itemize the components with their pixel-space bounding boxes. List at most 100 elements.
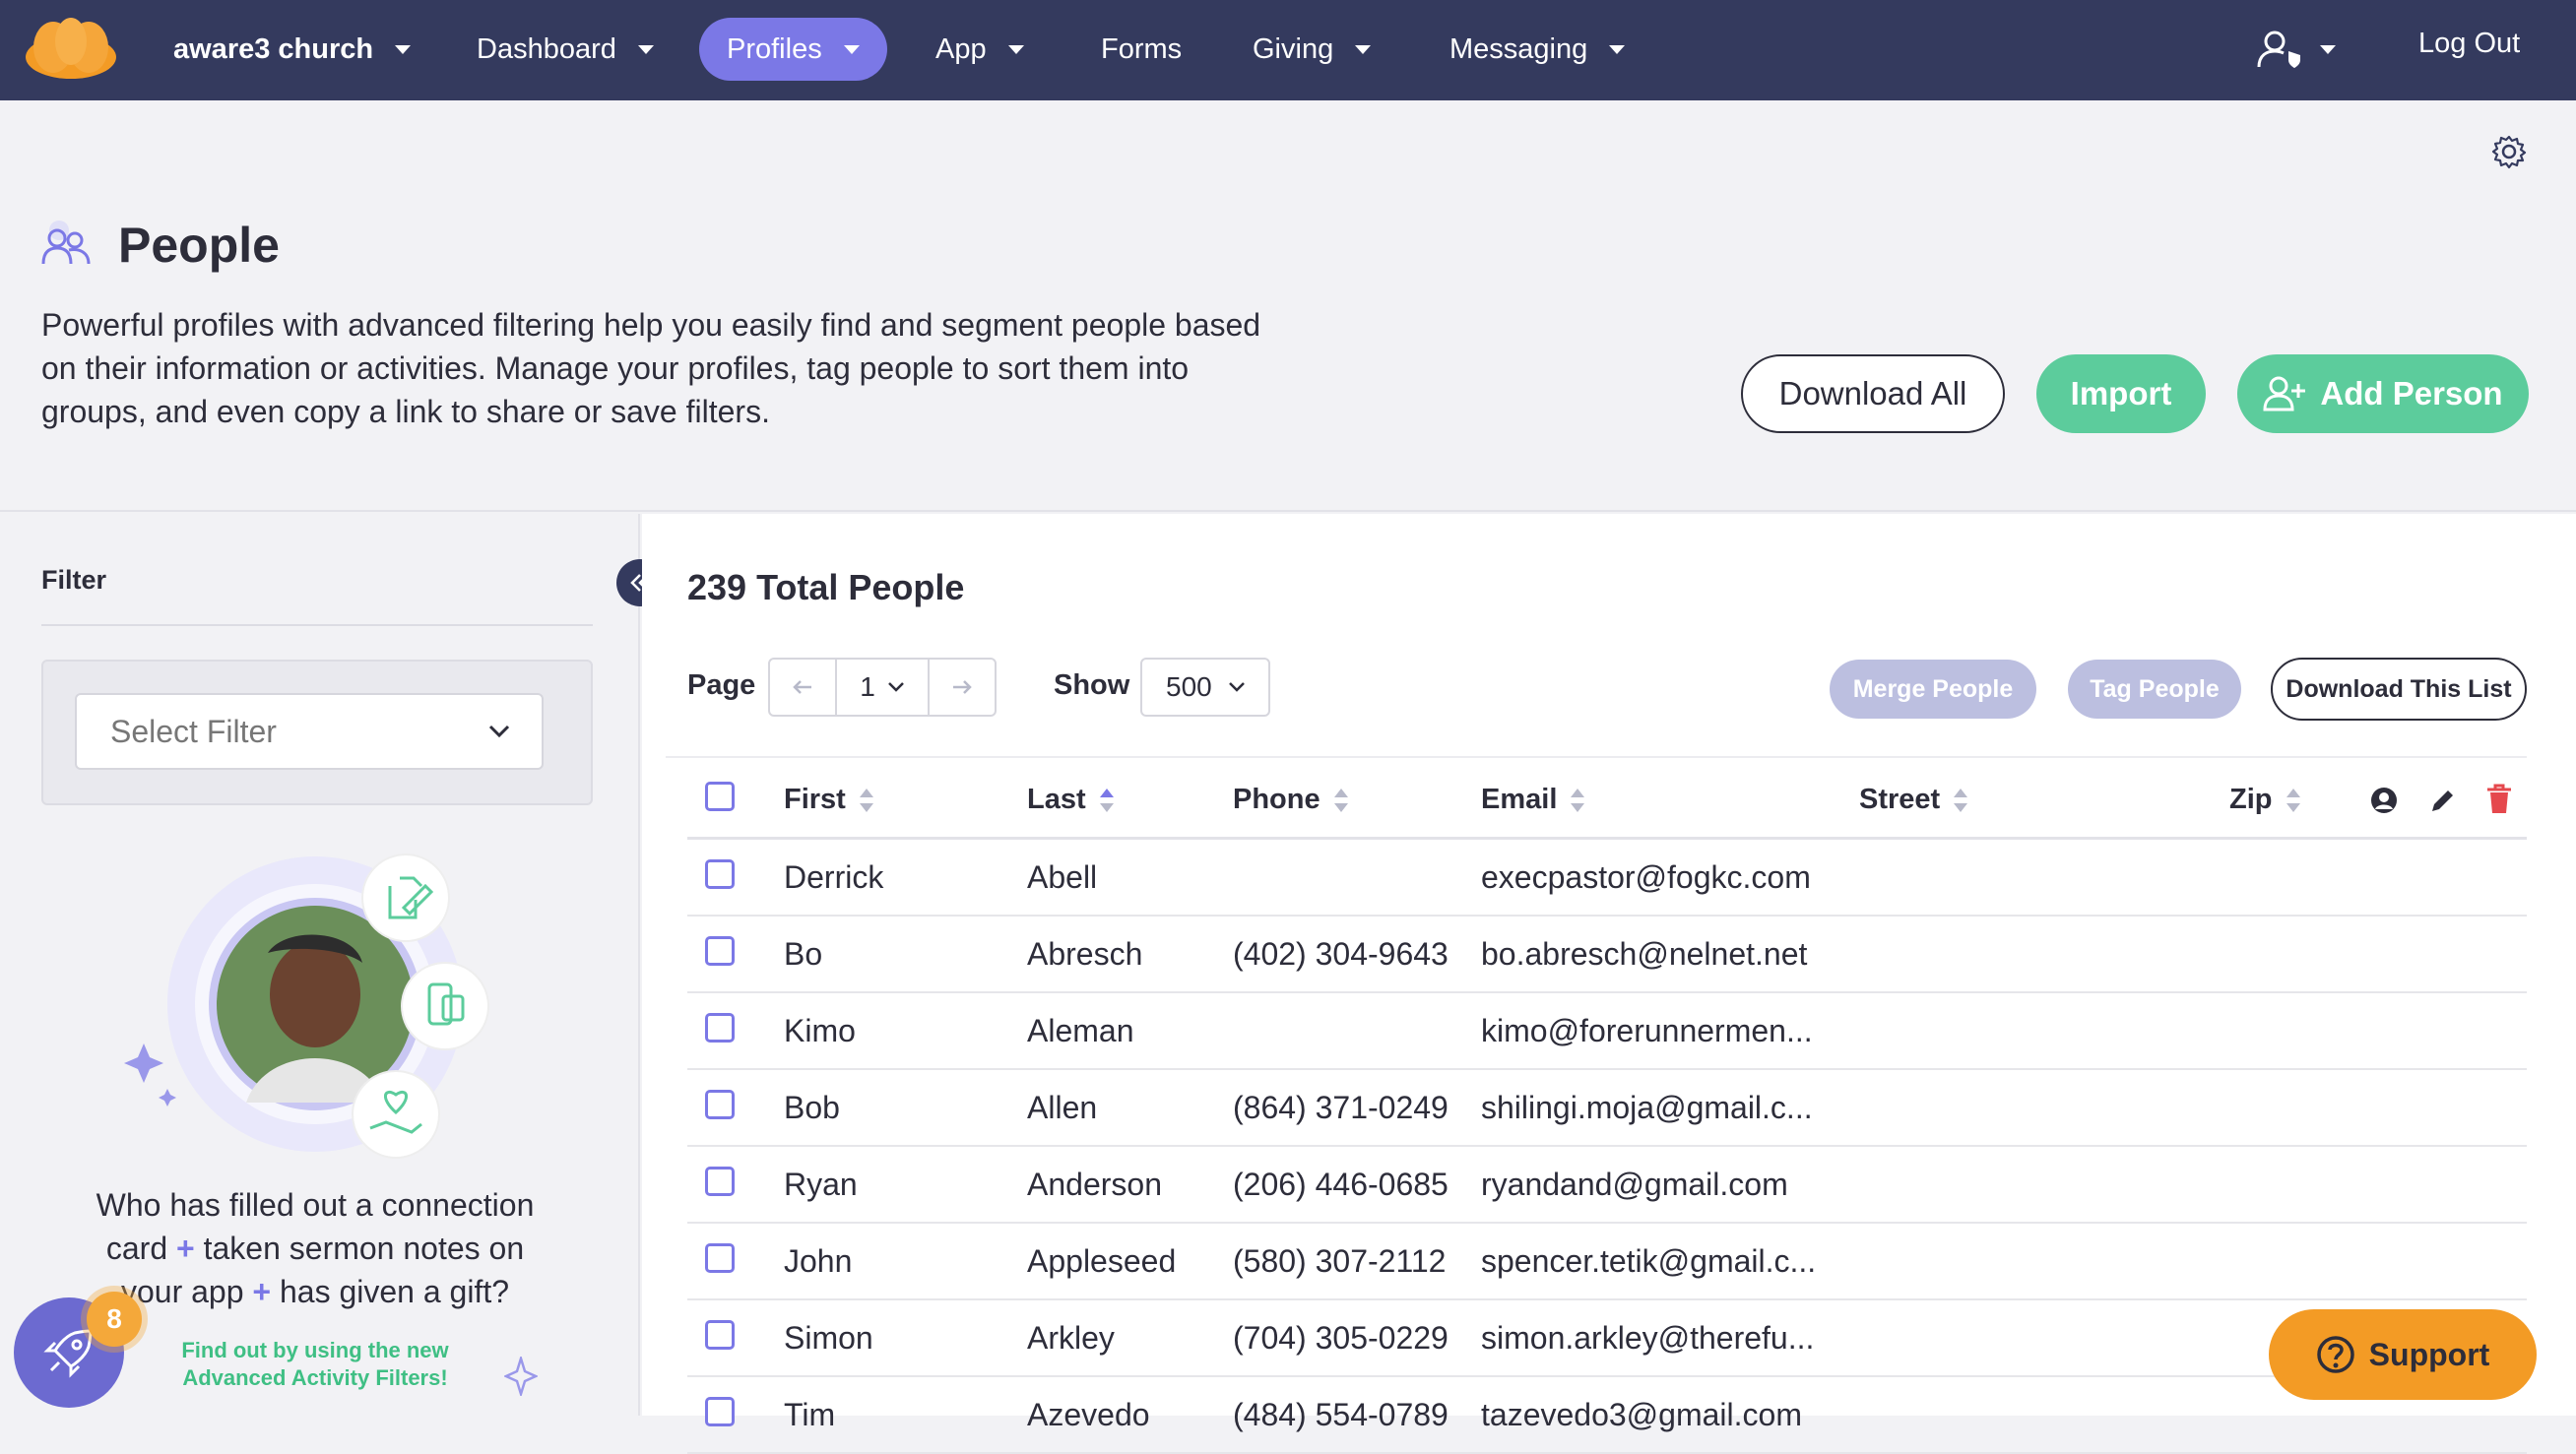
promo-line: Who has filled out a connection [96, 1187, 535, 1223]
sort-icon [1571, 788, 1585, 812]
chevron-down-icon [887, 682, 904, 692]
promo-text: taken sermon notes on [203, 1231, 525, 1266]
nav-profiles[interactable]: Profiles [699, 18, 887, 81]
row-checkbox[interactable] [705, 1243, 735, 1273]
support-button[interactable]: Support [2269, 1309, 2537, 1400]
row-checkbox[interactable] [705, 1167, 735, 1196]
table-row[interactable]: Bo Abresch (402) 304-9643 bo.abresch@nelnet… [687, 917, 2527, 993]
cell-first: John [784, 1242, 853, 1279]
column-label: Phone [1233, 784, 1320, 815]
nav-dashboard[interactable]: Dashboard [449, 18, 681, 81]
plus-icon: + [252, 1274, 272, 1309]
select-all-checkbox[interactable] [705, 782, 735, 811]
row-checkbox[interactable] [705, 859, 735, 889]
row-checkbox[interactable] [705, 1013, 735, 1043]
column-label: Email [1481, 784, 1558, 815]
add-user-icon [2263, 376, 2306, 411]
page-select[interactable]: 1 [837, 660, 930, 715]
advanced-filters-link[interactable]: Find out by using the new Advanced Activ… [167, 1337, 463, 1392]
cell-last: Appleseed [1027, 1242, 1177, 1279]
cell-email: execpastor@fogkc.com [1481, 858, 1811, 895]
table-row[interactable]: Derrick Abell execpastor@fogkc.com [687, 840, 2527, 917]
trash-icon[interactable] [2485, 784, 2513, 815]
nav-app[interactable]: App [908, 18, 1052, 81]
org-switcher[interactable]: aware3 church [146, 18, 438, 81]
cell-last: Allen [1027, 1089, 1098, 1125]
page-size-select[interactable]: 500 [1140, 658, 1270, 717]
arrow-left-icon [793, 680, 811, 694]
activity-filter-illustration [124, 853, 489, 1159]
cell-first: Derrick [784, 858, 884, 895]
column-label: Last [1027, 784, 1086, 815]
tag-people-button[interactable]: Tag People [2068, 660, 2241, 719]
chevron-down-icon [1355, 44, 1372, 54]
cell-email: simon.arkley@therefu... [1481, 1319, 1815, 1356]
cell-phone: (580) 307-2112 [1233, 1242, 1447, 1279]
people-icon [41, 221, 91, 265]
download-list-button[interactable]: Download This List [2271, 658, 2527, 721]
column-last[interactable]: Last [1027, 784, 1114, 816]
nav-forms[interactable]: Forms [1073, 18, 1209, 81]
cell-email: kimo@forerunnermen... [1481, 1012, 1813, 1048]
row-checkbox[interactable] [705, 1320, 735, 1350]
pagination: 1 [768, 658, 997, 717]
next-page-button[interactable] [930, 660, 995, 715]
column-label: Street [1859, 784, 1941, 815]
cell-last: Anderson [1027, 1166, 1162, 1202]
cell-phone: (704) 305-0229 [1233, 1319, 1449, 1356]
logout-link[interactable]: Log Out [2418, 28, 2520, 60]
select-filter-placeholder: Select Filter [110, 713, 277, 749]
table-row[interactable]: John Appleseed (580) 307-2112 spencer.tetik… [687, 1224, 2527, 1300]
cell-phone: (206) 446-0685 [1233, 1166, 1449, 1202]
notification-badge: 8 [87, 1292, 142, 1347]
cell-first: Simon [784, 1319, 873, 1356]
activity-filter-promo: Who has filled out a connection card + t… [69, 1183, 561, 1313]
pencil-icon[interactable] [2428, 786, 2458, 815]
arrow-right-icon [953, 680, 972, 694]
table-row[interactable]: Kimo Aleman kimo@forerunnermen... [687, 993, 2527, 1070]
table-row[interactable]: Tim Azevedo (484) 554-0789 tazevedo3@gmail.… [687, 1377, 2527, 1454]
column-first[interactable]: First [784, 784, 873, 816]
account-menu[interactable] [2257, 30, 2336, 69]
download-all-button[interactable]: Download All [1741, 354, 2005, 433]
nav-giving[interactable]: Giving [1225, 18, 1398, 81]
select-filter-dropdown[interactable]: Select Filter [75, 693, 544, 770]
table-row[interactable]: Ryan Anderson (206) 446-0685 ryandand@gmail… [687, 1147, 2527, 1224]
cell-phone: (864) 371-0249 [1233, 1089, 1449, 1125]
cell-email: tazevedo3@gmail.com [1481, 1396, 1802, 1432]
total-people-count: 239 Total People [687, 567, 965, 607]
column-zip[interactable]: Zip [2229, 784, 2300, 816]
row-checkbox[interactable] [705, 936, 735, 966]
top-nav: aware3 church Dashboard Profiles App For… [0, 0, 2576, 100]
cell-first: Tim [784, 1396, 836, 1432]
page-title: People [118, 218, 280, 273]
merge-people-button[interactable]: Merge People [1830, 660, 2036, 719]
promo-text: your app [120, 1274, 244, 1309]
chevron-down-icon [637, 44, 654, 54]
chevron-down-icon [488, 725, 510, 738]
promo-line: your app + has given a gift? [69, 1270, 561, 1313]
aware3-logo-icon[interactable] [24, 18, 118, 79]
row-checkbox[interactable] [705, 1090, 735, 1119]
cell-last: Aleman [1027, 1012, 1134, 1048]
column-email[interactable]: Email [1481, 784, 1585, 816]
column-phone[interactable]: Phone [1233, 784, 1348, 816]
nav-messaging-label: Messaging [1449, 32, 1588, 65]
page-description: Powerful profiles with advanced filterin… [41, 307, 1261, 429]
user-circle-icon[interactable] [2369, 786, 2399, 815]
table-row[interactable]: Bob Allen (864) 371-0249 shilingi.moja@gmai… [687, 1070, 2527, 1147]
gear-icon[interactable] [2491, 134, 2527, 169]
cell-last: Azevedo [1027, 1396, 1150, 1432]
row-checkbox[interactable] [705, 1397, 735, 1426]
table-row[interactable]: Simon Arkley (704) 305-0229 simon.arkley@th… [687, 1300, 2527, 1377]
chevron-down-icon [1609, 44, 1626, 54]
nav-messaging[interactable]: Messaging [1422, 18, 1652, 81]
column-street[interactable]: Street [1859, 784, 1968, 816]
import-button[interactable]: Import [2036, 354, 2206, 433]
page-size-value: 500 [1166, 671, 1212, 702]
cell-email: shilingi.moja@gmail.c... [1481, 1089, 1813, 1125]
chevron-down-icon [843, 44, 860, 54]
sort-icon [1954, 788, 1968, 812]
prev-page-button[interactable] [770, 660, 837, 715]
add-person-button[interactable]: Add Person [2237, 354, 2529, 433]
